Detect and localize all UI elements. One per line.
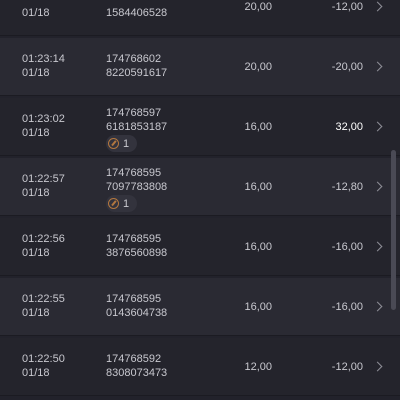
bet-time: 01:22:56 [22,233,65,245]
bet-date: 01/18 [22,67,50,79]
bet-time: 01:22:50 [22,353,65,365]
chevron-right-icon[interactable] [372,1,383,12]
bet-id-line1: 174768592 [106,353,162,365]
free-spin-badge: 1 [106,195,138,212]
bet-id-line2: 1584406528 [106,7,168,19]
history-row[interactable]: 01:23:02 01/18 174768597 6181853187 16,00 32,… [0,98,400,156]
scrollbar[interactable] [391,150,396,310]
bet-amount: 16,00 [244,301,272,313]
history-row[interactable]: 01:22:57 01/18 174768595 7097783808 16,00 -12… [0,158,400,216]
free-spin-badge: 1 [106,135,138,152]
bet-amount: 16,00 [244,181,272,193]
bet-amount: 20,00 [244,61,272,73]
bet-date: 01/18 [22,187,50,199]
history-row[interactable]: 01:22:55 01/18 174768595 0143604738 16,00 -16… [0,278,400,336]
bet-result: -16,00 [331,301,363,313]
bet-result: -12,80 [331,181,363,193]
chevron-right-icon[interactable] [372,61,383,72]
bet-result: -12,00 [331,361,363,373]
bet-amount: 12,00 [244,361,272,373]
history-row[interactable]: 01:22:50 01/18 174768592 8308073473 12,00 -12… [0,338,400,396]
bet-result: -20,00 [331,61,363,73]
chevron-right-icon[interactable] [372,301,383,312]
free-spin-icon [108,138,119,149]
bet-time: 01:23:14 [22,53,65,65]
bet-date: 01/18 [22,7,50,19]
bet-id-line2: 6181853187 [106,121,168,133]
bet-id-line2: 3876560898 [106,247,168,259]
chevron-right-icon[interactable] [372,361,383,372]
bet-time: 01:22:55 [22,293,65,305]
bet-id-line2: 8220591617 [106,67,168,79]
bet-amount: 20,00 [244,1,272,13]
bet-time: 01:22:57 [22,173,65,185]
bet-amount: 16,00 [244,121,272,133]
bet-id-line1: 174768597 [106,107,162,119]
bet-result: -16,00 [331,241,363,253]
bet-id-line2: 7097783808 [106,181,168,193]
free-spin-icon [108,198,119,209]
bet-id-line2: 8308073473 [106,367,168,379]
bet-date: 01/18 [22,247,50,259]
bet-date: 01/18 [22,307,50,319]
bet-history-list: 01/18 1584406528 20,00 -12,00 01:23:14 01/18 1… [0,0,400,400]
bet-result: -12,00 [331,1,363,13]
bet-id-line1: 174768595 [106,233,162,245]
history-row[interactable]: 01:22:56 01/18 174768595 3876560898 16,00 -16… [0,218,400,276]
bet-date: 01/18 [22,127,50,139]
bet-date: 01/18 [22,367,50,379]
history-row[interactable]: 01/18 1584406528 20,00 -12,00 [0,0,400,36]
bet-result: 32,00 [335,121,363,133]
badge-count: 1 [123,197,130,210]
chevron-right-icon[interactable] [372,121,383,132]
bet-amount: 16,00 [244,241,272,253]
history-row[interactable]: 01:23:14 01/18 174768602 8220591617 20,00 -20… [0,38,400,96]
bet-id-line1: 174768602 [106,53,162,65]
bet-id-line2: 0143604738 [106,307,168,319]
badge-count: 1 [123,137,130,150]
chevron-right-icon[interactable] [372,241,383,252]
bet-id-line1: 174768595 [106,293,162,305]
bet-time: 01:23:02 [22,113,65,125]
chevron-right-icon[interactable] [372,181,383,192]
bet-id-line1: 174768595 [106,167,162,179]
